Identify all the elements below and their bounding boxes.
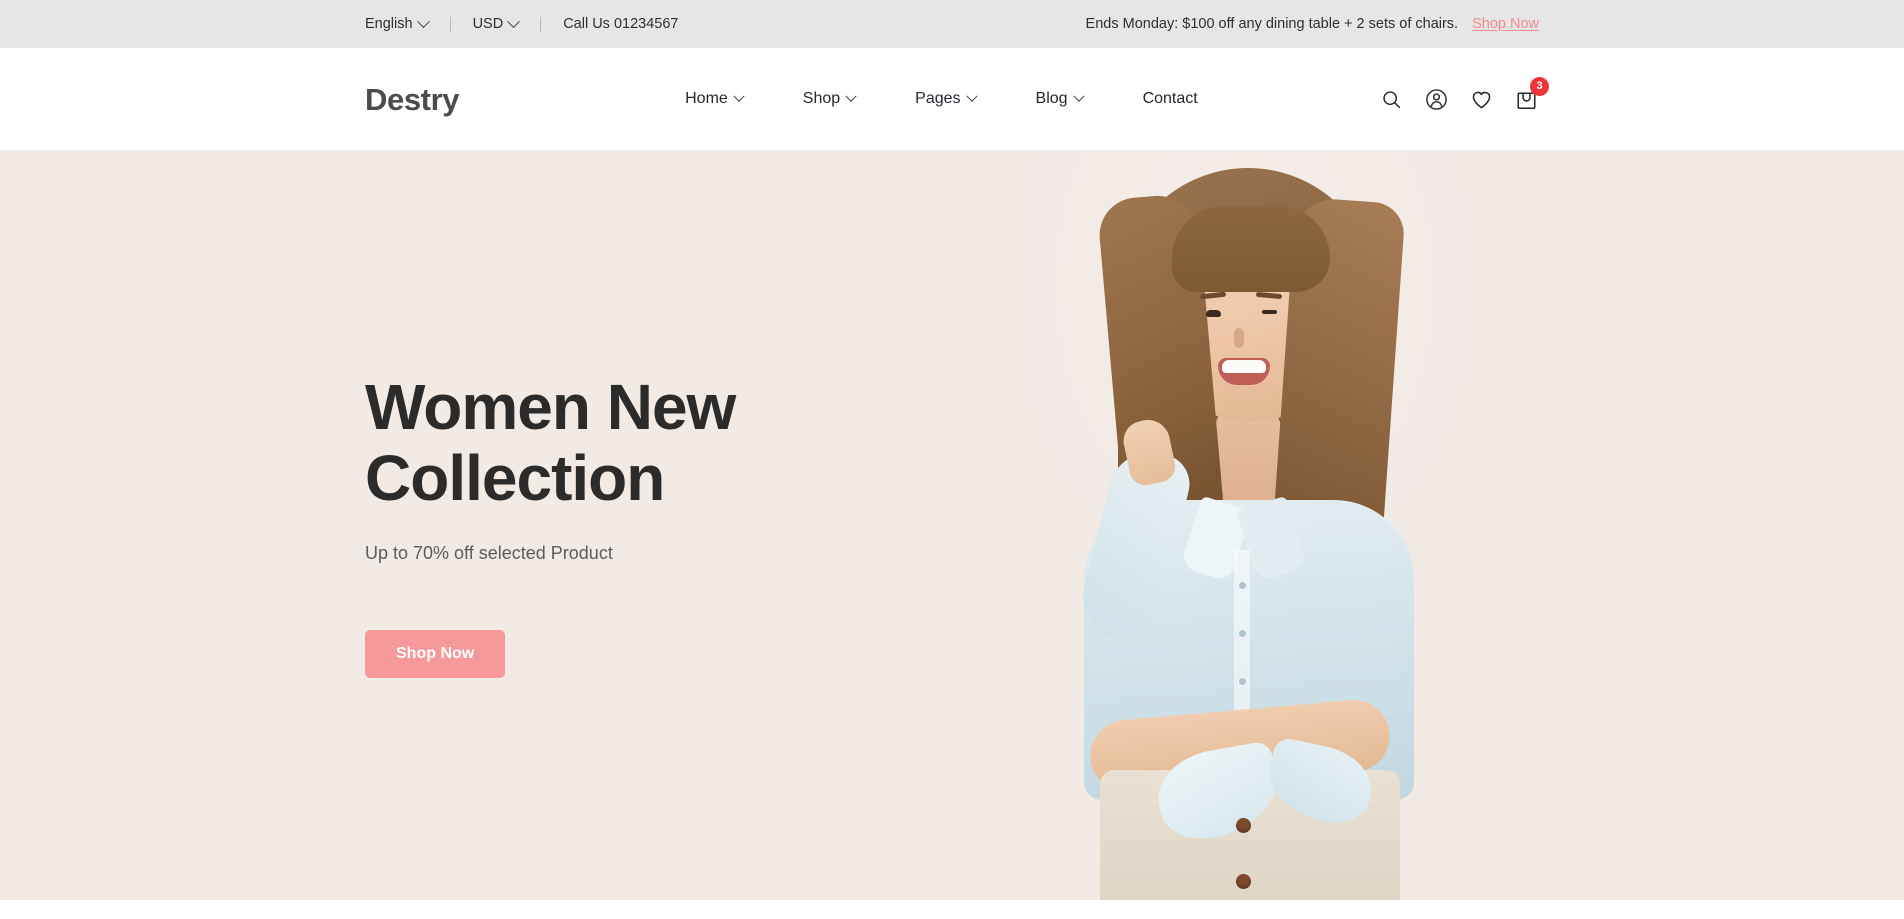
user-account-icon[interactable] (1423, 86, 1449, 112)
nav-item-blog[interactable]: Blog (1006, 91, 1113, 107)
nav-item-shop[interactable]: Shop (773, 91, 885, 107)
cart-count-badge: 3 (1530, 77, 1549, 96)
model-eye-left (1206, 310, 1221, 317)
hero-subtitle: Up to 70% off selected Product (365, 543, 613, 564)
language-selector[interactable]: English (365, 14, 450, 32)
shirt-button (1239, 630, 1246, 637)
wishlist-heart-icon[interactable] (1468, 86, 1494, 112)
nav-label: Shop (802, 90, 841, 107)
phone-label: Call Us 01234567 (563, 15, 679, 32)
nav-label: Home (685, 90, 728, 107)
main-navigation: Home Shop Pages Blog Contact (655, 91, 1228, 107)
header-icon-group: 3 (1378, 77, 1549, 112)
chevron-down-icon (845, 90, 857, 102)
hero-title: Women New Collection (365, 370, 736, 515)
chevron-down-icon (416, 14, 430, 28)
call-us-text[interactable]: Call Us 01234567 (541, 17, 700, 32)
site-logo[interactable]: Destry (365, 84, 460, 115)
model-eye-right (1262, 310, 1277, 314)
nav-label: Blog (1035, 90, 1068, 107)
skirt-button (1236, 874, 1251, 889)
nav-item-contact[interactable]: Contact (1113, 91, 1228, 107)
shopping-cart-icon[interactable]: 3 (1513, 77, 1549, 112)
model-fringe (1172, 206, 1330, 292)
nav-item-pages[interactable]: Pages (885, 91, 1005, 107)
chevron-down-icon (1072, 90, 1085, 102)
hero-shop-now-button[interactable]: Shop Now (365, 630, 506, 679)
chevron-down-icon (733, 90, 745, 102)
nav-item-home[interactable]: Home (655, 91, 773, 107)
hero-banner: Women New Collection Up to 70% off selec… (0, 150, 1904, 900)
shirt-button (1239, 582, 1246, 589)
hero-copy-block: Women New Collection Up to 70% off selec… (365, 370, 985, 679)
chevron-down-icon (965, 90, 978, 102)
chevron-down-icon (507, 14, 521, 28)
hero-model-image (1030, 150, 1460, 900)
site-header: Destry Home Shop Pages Blog Contact 3 (0, 48, 1904, 150)
hero-content-wrapper: Women New Collection Up to 70% off selec… (0, 150, 1904, 900)
shirt-button (1239, 678, 1246, 685)
model-nose (1234, 328, 1244, 348)
model-mouth (1218, 358, 1270, 385)
language-label: English (365, 15, 413, 32)
top-announcement-bar: English USD Call Us 01234567 Ends Monday… (0, 0, 1904, 48)
topbar-promo-group: Ends Monday: $100 off any dining table +… (1086, 16, 1539, 32)
promo-text: Ends Monday: $100 off any dining table +… (1085, 16, 1459, 32)
promo-shop-now-link[interactable]: Shop Now (1472, 16, 1539, 32)
currency-selector[interactable]: USD (451, 14, 541, 32)
nav-label: Contact (1142, 90, 1198, 107)
search-icon[interactable] (1378, 86, 1404, 112)
skirt-button (1236, 818, 1251, 833)
topbar-left-group: English USD Call Us 01234567 (365, 14, 700, 32)
currency-label: USD (472, 15, 504, 32)
nav-label: Pages (915, 90, 961, 107)
model-teeth (1222, 360, 1266, 373)
